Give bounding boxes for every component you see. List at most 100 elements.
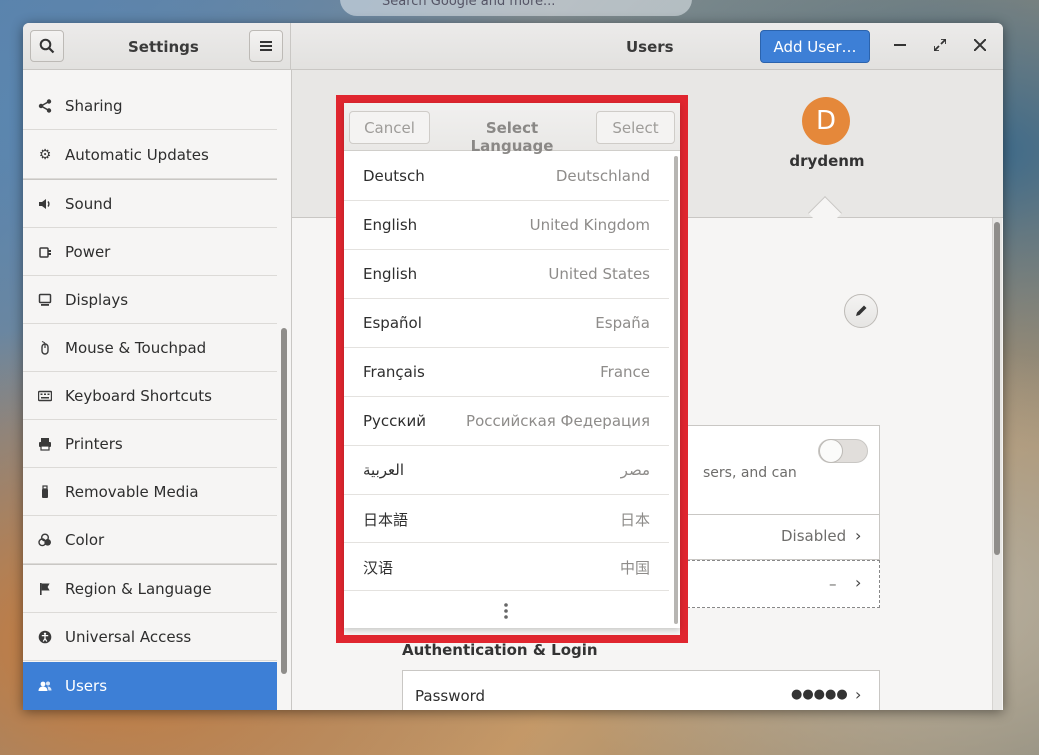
sidebar-item-mouse-touchpad[interactable]: Mouse & Touchpad xyxy=(23,324,277,372)
sidebar-item-label: Sharing xyxy=(65,96,123,115)
sidebar-scrollbar[interactable] xyxy=(281,328,287,674)
power-plug-icon xyxy=(37,244,53,260)
selection-notch xyxy=(808,196,842,230)
sidebar-item-label: Keyboard Shortcuts xyxy=(65,386,212,405)
language-name: English xyxy=(363,216,418,234)
sidebar-item-label: Color xyxy=(65,530,105,549)
accessibility-icon xyxy=(37,629,53,645)
language-row-chinese[interactable]: 汉语 中国 xyxy=(344,542,669,591)
sidebar-item-label: Automatic Updates xyxy=(65,145,209,164)
mouse-icon xyxy=(37,340,53,356)
select-button[interactable]: Select xyxy=(596,111,675,144)
language-value: – xyxy=(829,575,837,593)
language-name: Français xyxy=(363,363,425,381)
sidebar-item-label: Users xyxy=(65,677,108,695)
header-left: Settings xyxy=(23,23,291,70)
sidebar-item-displays[interactable]: Displays xyxy=(23,276,277,324)
language-row-english-uk[interactable]: English United Kingdom xyxy=(344,201,669,250)
users-icon xyxy=(37,678,53,694)
language-region: Российская Федерация xyxy=(466,412,650,430)
sidebar-item-region-language[interactable]: Region & Language xyxy=(23,565,277,613)
sidebar-item-label: Region & Language xyxy=(65,579,212,598)
dialog-scrollbar[interactable] xyxy=(674,156,678,624)
language-row-japanese[interactable]: 日本語 日本 xyxy=(344,494,669,543)
sidebar-item-sound[interactable]: Sound xyxy=(23,180,277,228)
sidebar-item-automatic-updates[interactable]: ⚙ Automatic Updates xyxy=(23,131,277,179)
language-name: Deutsch xyxy=(363,167,425,185)
sidebar-item-label: Mouse & Touchpad xyxy=(65,338,207,357)
color-icon xyxy=(37,532,53,548)
language-region: France xyxy=(600,363,650,381)
language-row-espanol[interactable]: Español España xyxy=(344,299,669,348)
sidebar-item-label: Removable Media xyxy=(65,482,199,501)
language-name: 日本語 xyxy=(363,511,409,529)
gear-icon: ⚙ xyxy=(38,146,52,163)
sidebar-item-removable-media[interactable]: Removable Media xyxy=(23,468,277,516)
dialog-title: Select Language xyxy=(470,119,554,155)
language-row-deutsch[interactable]: Deutsch Deutschland xyxy=(344,152,669,201)
language-region: Deutschland xyxy=(555,167,650,185)
header-bar: Settings Users Add User… xyxy=(23,23,1003,70)
maximize-icon xyxy=(933,38,947,52)
password-label: Password xyxy=(415,687,486,705)
sidebar-item-label: Sound xyxy=(65,194,113,213)
hamburger-icon xyxy=(260,41,272,51)
language-name: 汉语 xyxy=(363,559,394,577)
add-user-button[interactable]: Add User… xyxy=(760,30,870,63)
administrator-toggle[interactable] xyxy=(818,439,868,463)
toggle-knob xyxy=(819,439,843,463)
display-icon xyxy=(37,292,53,308)
language-region: 日本 xyxy=(619,511,650,529)
language-row-arabic[interactable]: العربية مصر xyxy=(344,446,669,495)
language-region: España xyxy=(595,314,650,332)
sidebar-item-universal-access[interactable]: Universal Access xyxy=(23,613,277,661)
language-name: العربية xyxy=(363,461,404,479)
language-name: English xyxy=(363,265,418,283)
language-row-russian[interactable]: Русский Российская Федерация xyxy=(344,397,669,446)
edit-avatar-button[interactable] xyxy=(844,294,878,328)
close-button[interactable] xyxy=(969,35,991,57)
chevron-right-icon: › xyxy=(855,685,862,704)
page-title: Users xyxy=(626,38,674,56)
minimize-icon xyxy=(894,44,906,46)
sidebar-item-label: Printers xyxy=(65,434,123,453)
menu-button[interactable] xyxy=(249,30,283,62)
language-row-english-us[interactable]: English United States xyxy=(344,250,669,299)
admin-description: sers, and can xyxy=(703,465,797,481)
maximize-button[interactable] xyxy=(929,35,951,57)
desktop-search-bar[interactable]: Search Google and more... xyxy=(340,0,692,16)
sidebar-item-keyboard-shortcuts[interactable]: Keyboard Shortcuts xyxy=(23,372,277,420)
language-region: United States xyxy=(548,265,650,283)
language-row-francais[interactable]: Français France xyxy=(344,348,669,397)
keyboard-icon xyxy=(37,388,53,404)
speaker-icon xyxy=(37,196,53,212)
settings-title: Settings xyxy=(128,38,199,56)
language-region: 中国 xyxy=(619,559,650,577)
language-region: مصر xyxy=(620,461,650,479)
auth-section-title: Authentication & Login xyxy=(402,641,598,659)
desktop-search-placeholder: Search Google and more... xyxy=(382,0,556,9)
printer-icon xyxy=(37,436,53,452)
main-scrollbar[interactable] xyxy=(994,222,1000,555)
sidebar-item-sharing[interactable]: Sharing xyxy=(23,82,277,130)
search-button[interactable] xyxy=(30,30,64,62)
search-icon xyxy=(39,38,55,54)
share-icon xyxy=(37,98,53,114)
password-row[interactable]: Password ●●●●● › xyxy=(402,670,880,710)
sidebar-item-power[interactable]: Power xyxy=(23,228,277,276)
sidebar-item-users[interactable]: Users xyxy=(23,662,277,710)
language-region: United Kingdom xyxy=(529,216,650,234)
sidebar-item-printers[interactable]: Printers xyxy=(23,420,277,468)
minimize-button[interactable] xyxy=(889,35,911,57)
user-avatar[interactable]: D xyxy=(802,97,850,145)
vertical-ellipsis-icon[interactable] xyxy=(502,602,510,620)
language-name: Русский xyxy=(363,412,426,430)
password-value: ●●●●● xyxy=(791,687,848,702)
dialog-header: Cancel Select Language Select xyxy=(344,103,680,155)
sidebar-item-color[interactable]: Color xyxy=(23,516,277,564)
chevron-right-icon: › xyxy=(855,573,862,592)
user-name[interactable]: drydenm xyxy=(767,152,887,170)
chevron-right-icon: › xyxy=(855,526,862,545)
close-icon xyxy=(973,38,987,52)
cancel-button[interactable]: Cancel xyxy=(349,111,430,144)
